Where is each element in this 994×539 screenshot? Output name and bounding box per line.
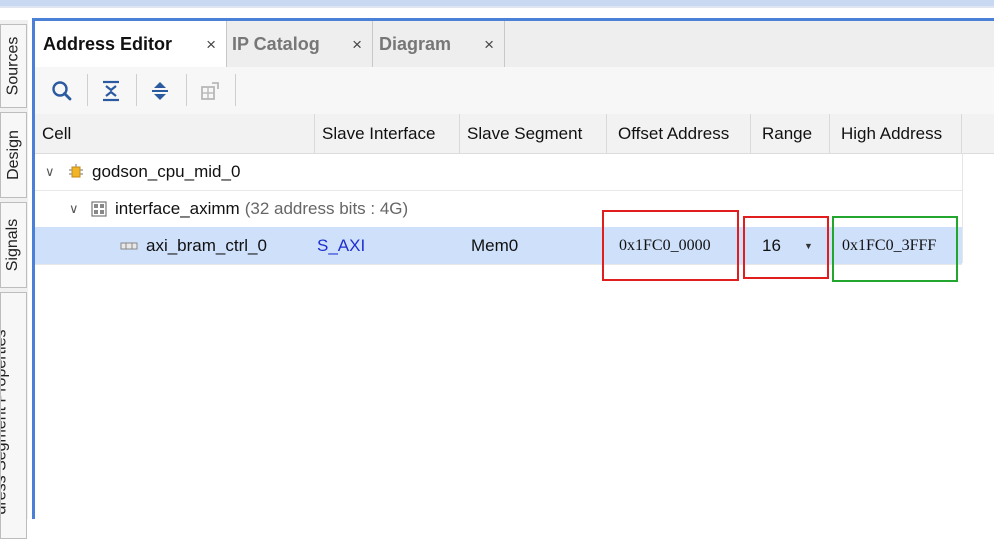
search-icon xyxy=(52,81,72,101)
side-tab-segment-properties[interactable]: dress Segment Properties xyxy=(0,292,27,539)
toolbar-separator xyxy=(136,74,137,106)
cell-column: ∨ interface_aximm (32 address bits : 4G) xyxy=(69,190,408,227)
tab-diagram[interactable]: Diagram × xyxy=(373,21,505,67)
tab-address-editor[interactable]: Address Editor × xyxy=(35,21,227,67)
close-icon[interactable]: × xyxy=(484,35,494,55)
toolbar xyxy=(35,67,994,115)
highlight-box-offset xyxy=(602,210,739,281)
highlight-box-range xyxy=(743,216,829,279)
column-header-offset-address[interactable]: Offset Address xyxy=(607,114,751,153)
cell-name: interface_aximm xyxy=(115,198,240,218)
auto-assign-button[interactable] xyxy=(195,76,225,106)
close-icon[interactable]: × xyxy=(352,35,362,55)
address-bits-note: (32 address bits : 4G) xyxy=(244,198,409,218)
toolbar-separator xyxy=(186,74,187,106)
cell-name: axi_bram_ctrl_0 xyxy=(146,235,267,255)
column-header-cell[interactable]: Cell xyxy=(35,114,315,153)
auto-assign-icon xyxy=(201,82,219,100)
column-header-high-address[interactable]: High Address xyxy=(830,114,962,153)
slave-interface-link[interactable]: S_AXI xyxy=(317,227,365,264)
tab-ip-catalog[interactable]: IP Catalog × xyxy=(227,21,373,67)
column-header-slave-segment[interactable]: Slave Segment xyxy=(460,114,607,153)
column-header-range[interactable]: Range xyxy=(751,114,830,153)
chevron-down-icon[interactable]: ∨ xyxy=(69,201,85,217)
highlight-box-high-address xyxy=(832,216,958,282)
cell-name: godson_cpu_mid_0 xyxy=(92,161,241,181)
close-icon[interactable]: × xyxy=(206,35,216,55)
cell-column: ∨ godson_cpu_mid_0 xyxy=(45,153,240,190)
collapse-all-button[interactable] xyxy=(96,76,126,106)
side-tab-signals[interactable]: Signals xyxy=(0,202,27,288)
side-tab-strip: Sources Design Signals dress Segment Pro… xyxy=(0,20,28,539)
chevron-down-icon[interactable]: ∨ xyxy=(45,164,61,180)
table-header: Cell Slave Interface Slave Segment Offse… xyxy=(35,114,994,154)
collapse-all-icon xyxy=(103,80,119,102)
search-button[interactable] xyxy=(47,76,77,106)
table-right-border xyxy=(962,153,963,263)
toolbar-separator xyxy=(235,74,236,106)
expand-all-icon xyxy=(152,82,168,100)
table-row[interactable]: ∨ godson_cpu_mid_0 xyxy=(35,153,962,191)
segment-icon xyxy=(120,242,138,249)
cell-column: axi_bram_ctrl_0 xyxy=(120,227,267,264)
expand-all-button[interactable] xyxy=(145,76,175,106)
window-top-line xyxy=(0,6,994,8)
slave-segment-value: Mem0 xyxy=(471,235,519,255)
interface-grid-icon xyxy=(91,200,107,217)
side-tab-design[interactable]: Design xyxy=(0,112,27,198)
side-tab-sources[interactable]: Sources xyxy=(0,24,27,108)
editor-tab-bar: Address Editor × IP Catalog × Diagram × xyxy=(35,21,994,68)
column-header-slave-interface[interactable]: Slave Interface xyxy=(315,114,460,153)
toolbar-separator xyxy=(87,74,88,106)
cpu-module-icon xyxy=(69,163,83,177)
